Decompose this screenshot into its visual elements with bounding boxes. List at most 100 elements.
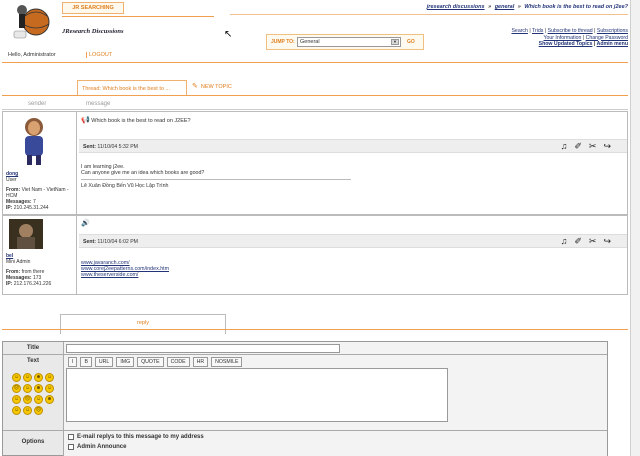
- reply-tab[interactable]: reply: [60, 314, 226, 334]
- edit-icon[interactable]: ✐: [574, 236, 582, 247]
- jump-to-select[interactable]: General ▼: [297, 37, 401, 47]
- title-input[interactable]: [66, 344, 340, 353]
- author-role: User: [6, 176, 17, 183]
- speaker-icon: 🔊: [81, 220, 90, 227]
- chevron-down-icon[interactable]: ▼: [391, 39, 399, 45]
- breadcrumb-home[interactable]: jresearch discussions: [427, 4, 485, 10]
- change-password-link[interactable]: Change Password: [586, 35, 628, 41]
- thread-tab[interactable]: Thread: Which book is the best to ...: [77, 80, 187, 96]
- post-actions: ♫ ✐ ✂ ↪: [561, 141, 611, 152]
- author-ip: 210.245.31.244: [13, 204, 49, 211]
- breadcrumb-separator: »: [488, 4, 492, 10]
- admin-menu-link[interactable]: Admin menu: [597, 41, 628, 47]
- smiley-icon[interactable]: ☺: [45, 384, 54, 393]
- smiley-icon[interactable]: ☺: [23, 373, 32, 382]
- message-column-header: message: [86, 101, 111, 107]
- sender-column-header: sender: [28, 101, 47, 107]
- nosmile-button[interactable]: NOSMILE: [211, 357, 243, 367]
- ip-label: IP:: [6, 204, 13, 211]
- bold-button[interactable]: B: [80, 357, 92, 367]
- smiley-icon[interactable]: ☹: [23, 395, 32, 404]
- header-rule-top: [62, 16, 214, 17]
- megaphone-icon: 📢: [81, 117, 90, 124]
- new-topic-button[interactable]: ✎ NEW TOPIC: [192, 82, 232, 90]
- text-cell: I B URL IMG QUOTE CODE HR NOSMILE: [63, 355, 607, 430]
- smiley-icon[interactable]: ☺: [12, 373, 21, 382]
- smiley-icon[interactable]: ☹: [12, 384, 21, 393]
- post-link[interactable]: www.theserverside.com/: [81, 272, 169, 278]
- img-button[interactable]: IMG: [116, 357, 135, 367]
- logout-link[interactable]: LOGOUT: [86, 52, 112, 58]
- post-meta-bar: Sent: 11/10/04 6:02 PM ♫ ✐ ✂ ↪: [79, 234, 627, 248]
- post-sent-date: Sent: 11/10/04 6:02 PM: [83, 239, 138, 245]
- message-textarea[interactable]: [66, 368, 448, 422]
- site-name: JResearch Discussions: [62, 28, 124, 35]
- site-logo: [13, 5, 50, 39]
- smiley-icon[interactable]: ☻: [34, 373, 43, 382]
- reply-icon[interactable]: ↪: [603, 236, 611, 247]
- breadcrumb-forum[interactable]: general: [495, 4, 515, 10]
- options-label: Options: [21, 439, 45, 445]
- post: bel Mini Admin From: from there Messages…: [2, 215, 628, 295]
- breadcrumb-current: Which book is the best to read on j2ee?: [524, 4, 628, 10]
- quote-button[interactable]: QUOTE: [137, 357, 164, 367]
- post-content: 📢 Which book is the best to read on J2EE…: [79, 112, 627, 214]
- jump-to-value: General: [300, 39, 320, 45]
- breadcrumb: jresearch discussions » general » Which …: [427, 4, 628, 10]
- trids-link[interactable]: Trids: [532, 28, 543, 34]
- smiley-icon[interactable]: ☺: [12, 395, 21, 404]
- post-sent-date: Sent: 11/10/04 5:32 PM: [83, 144, 138, 150]
- smiley-icon[interactable]: ☺: [34, 395, 43, 404]
- signature-divider: [81, 179, 351, 180]
- quote-icon[interactable]: ♫: [561, 236, 568, 247]
- smiley-icon[interactable]: ☺: [23, 384, 32, 393]
- post-meta-bar: Sent: 11/10/04 5:32 PM ♫ ✐ ✂ ↪: [79, 139, 627, 153]
- header-divider: [2, 62, 628, 63]
- title-label: Title: [26, 345, 40, 351]
- search-link[interactable]: Search: [511, 28, 527, 34]
- admin-announce-label: Admin Announce: [77, 444, 127, 450]
- reply-icon[interactable]: ↪: [603, 141, 611, 152]
- thread-divider: [2, 95, 628, 96]
- email-replies-option[interactable]: E-mail replys to this message to my addr…: [68, 434, 204, 440]
- email-replies-label: E-mail replys to this message to my addr…: [77, 434, 204, 440]
- smiley-icon[interactable]: ☺: [45, 373, 54, 382]
- post: dong User From: Viet Nam - VietNam - HCM…: [2, 111, 628, 215]
- text-label: Text: [27, 358, 39, 364]
- code-button[interactable]: CODE: [166, 357, 190, 367]
- title-row: Title: [3, 342, 607, 355]
- delete-icon[interactable]: ✂: [589, 236, 597, 247]
- show-updated-topics-link[interactable]: Show Updated Topics: [539, 41, 593, 47]
- smiley-icon[interactable]: ☺: [12, 406, 21, 415]
- sent-label: Sent:: [83, 144, 96, 150]
- delete-icon[interactable]: ✂: [589, 141, 597, 152]
- options-row: Options E-mail replys to this message to…: [3, 431, 607, 456]
- post-body: www.javaranch.com/ www.corej2eepatterns.…: [81, 260, 169, 278]
- edit-icon[interactable]: ✐: [574, 141, 582, 152]
- jump-go-button[interactable]: GO: [407, 39, 415, 45]
- text-row: Text ☺ ☺ ☻ ☺ ☹ ☺ ☻ ☺ ☺ ☹ ☺ ☻ ☺ ☺ ☹ I B URL IMG QUOT…: [3, 355, 607, 431]
- your-information-link[interactable]: Your Information: [544, 35, 582, 41]
- url-button[interactable]: URL: [94, 357, 114, 367]
- smiley-icon[interactable]: ☻: [45, 395, 54, 404]
- smiley-icon[interactable]: ☺: [23, 406, 32, 415]
- admin-announce-option[interactable]: Admin Announce: [68, 444, 126, 450]
- subscribe-thread-link[interactable]: Subscribe to thread: [548, 28, 593, 34]
- email-replies-checkbox[interactable]: [68, 434, 74, 440]
- post-subject: 📢 Which book is the best to read on J2EE…: [81, 116, 191, 124]
- sent-value: 11/10/04 6:02 PM: [97, 239, 138, 245]
- site-tab[interactable]: JR SEARCHING: [62, 2, 124, 14]
- admin-announce-checkbox[interactable]: [68, 444, 74, 450]
- window-scrollbar[interactable]: [630, 0, 640, 456]
- quote-icon[interactable]: ♫: [561, 141, 568, 152]
- author-role: Mini Admin: [6, 258, 31, 265]
- italic-button[interactable]: I: [68, 357, 78, 367]
- breadcrumb-separator: »: [517, 4, 521, 10]
- post-actions: ♫ ✐ ✂ ↪: [561, 236, 611, 247]
- smiley-icon[interactable]: ☹: [34, 406, 43, 415]
- post-signature: Lê Xuân Đồng Bến Vũ Học Lập Trình: [81, 183, 169, 189]
- author-ip: 212.176.241.226: [13, 280, 52, 287]
- smiley-icon[interactable]: ☻: [34, 384, 43, 393]
- hr-button[interactable]: HR: [192, 357, 209, 367]
- subscriptions-link[interactable]: Subscriptions: [597, 28, 628, 34]
